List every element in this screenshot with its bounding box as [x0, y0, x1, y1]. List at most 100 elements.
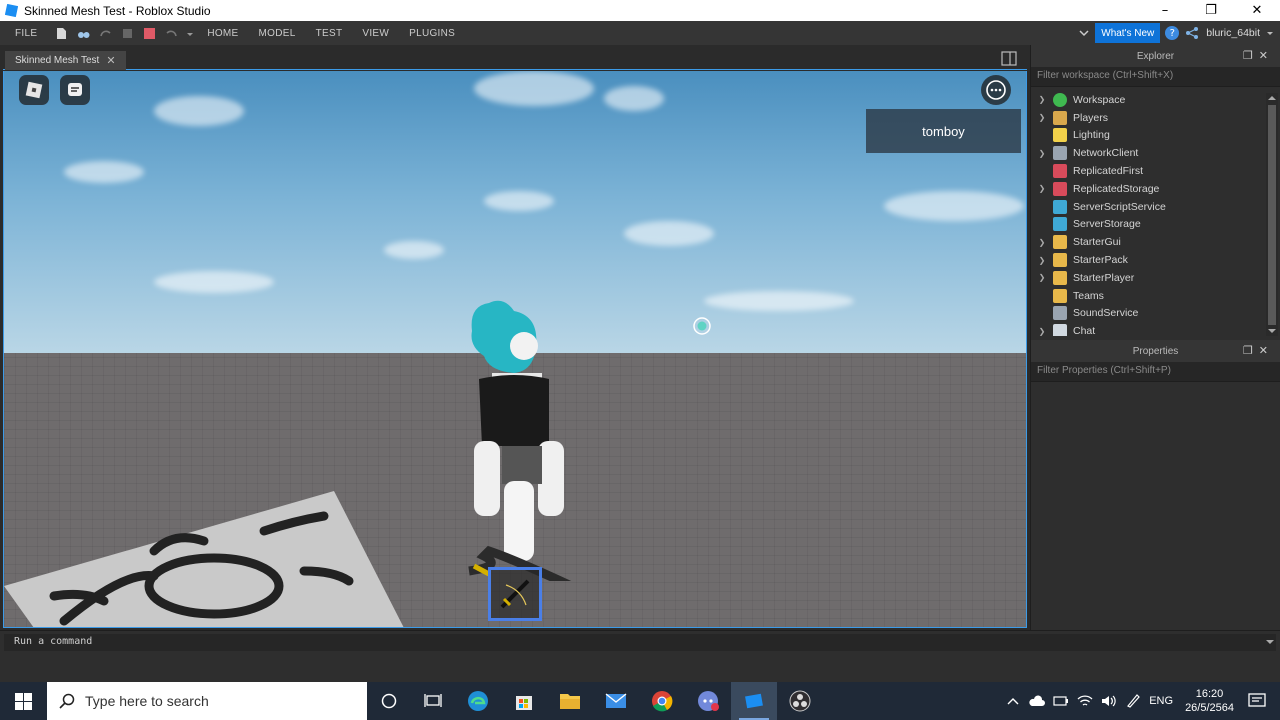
expand-chevron-icon[interactable]: ❯	[1031, 184, 1053, 193]
expand-chevron-icon[interactable]: ❯	[1031, 273, 1053, 282]
game-viewport[interactable]: tomboy	[3, 71, 1027, 628]
whats-new-button[interactable]: What's New	[1095, 23, 1161, 43]
explorer-scrollbar[interactable]	[1266, 93, 1278, 336]
more-options-button[interactable]	[981, 75, 1011, 105]
close-window-button[interactable]: ✕	[1234, 0, 1280, 21]
close-tab-icon[interactable]: ✕	[106, 54, 115, 67]
properties-header: Properties ❐✕	[1031, 340, 1280, 362]
scroll-down-icon[interactable]	[1268, 327, 1276, 335]
minimize-button[interactable]: –	[1142, 0, 1188, 21]
task-view-button[interactable]	[411, 682, 455, 720]
menu-home[interactable]: HOME	[207, 28, 238, 39]
chat-toggle-button[interactable]	[60, 75, 90, 105]
roblox-logo-icon	[25, 81, 43, 99]
taskbar-discord[interactable]	[685, 682, 731, 720]
explorer-item-players[interactable]: ❯ Players	[1031, 109, 1267, 127]
explorer-item-starterpack[interactable]: ❯ StarterPack	[1031, 251, 1267, 269]
menu-view[interactable]: VIEW	[362, 28, 389, 39]
dock-layout-icon[interactable]	[1001, 51, 1017, 66]
explorer-item-networkclient[interactable]: ❯ NetworkClient	[1031, 144, 1267, 162]
expand-chevron-icon[interactable]: ❯	[1031, 238, 1053, 247]
starter-gui-icon	[1053, 235, 1067, 250]
explorer-item-label: ServerStorage	[1073, 218, 1141, 231]
new-file-icon[interactable]	[55, 27, 68, 40]
explorer-item-teams[interactable]: Teams	[1031, 287, 1267, 305]
expand-chevron-icon[interactable]: ❯	[1031, 113, 1053, 122]
taskbar-roblox-studio[interactable]	[731, 682, 777, 720]
explorer-item-serverstorage[interactable]: ServerStorage	[1031, 216, 1267, 234]
explorer-item-startergui[interactable]: ❯ StarterGui	[1031, 233, 1267, 251]
notifications-icon[interactable]	[1248, 693, 1266, 709]
undo-icon[interactable]	[165, 27, 178, 40]
properties-panel-controls[interactable]: ❐✕	[1243, 344, 1274, 357]
hotbar-slot-sword[interactable]	[488, 567, 542, 621]
taskbar-file-explorer[interactable]	[547, 682, 593, 720]
command-bar: Run a command	[0, 630, 1280, 682]
restore-button[interactable]: ❐	[1188, 0, 1234, 21]
explorer-panel-controls[interactable]: ❐✕	[1243, 49, 1274, 62]
menu-file[interactable]: FILE	[15, 28, 37, 39]
start-button[interactable]	[0, 682, 47, 720]
expand-chevron-icon[interactable]: ❯	[1031, 327, 1053, 336]
taskbar-store[interactable]	[501, 682, 547, 720]
explorer-item-label: StarterPack	[1073, 254, 1128, 267]
explorer-item-label: StarterGui	[1073, 236, 1121, 249]
stop-icon[interactable]	[143, 27, 156, 40]
document-tab[interactable]: Skinned Mesh Test ✕	[5, 51, 126, 70]
player-list-entry[interactable]: tomboy	[866, 109, 1021, 153]
explorer-filter-input[interactable]: Filter workspace (Ctrl+Shift+X)	[1031, 67, 1280, 87]
publish-icon[interactable]	[121, 27, 134, 40]
explorer-header: Explorer ❐✕	[1031, 45, 1280, 67]
tray-overflow-chevron-icon[interactable]	[1007, 696, 1019, 706]
properties-title: Properties	[1132, 345, 1179, 357]
help-icon[interactable]: ?	[1165, 26, 1180, 40]
taskbar-clock[interactable]: 16:20 26/5/2564	[1185, 687, 1234, 715]
taskbar-edge[interactable]	[455, 682, 501, 720]
explorer-item-label: ReplicatedStorage	[1073, 182, 1160, 195]
cortana-button[interactable]	[367, 682, 411, 720]
user-menu-chevron-icon[interactable]	[1266, 29, 1274, 37]
expand-chevron-icon[interactable]: ❯	[1031, 95, 1053, 104]
expand-chevron-icon[interactable]: ❯	[1031, 149, 1053, 158]
pen-ink-icon[interactable]	[1125, 693, 1141, 709]
input-language[interactable]: ENG	[1149, 695, 1173, 707]
command-input[interactable]: Run a command	[4, 634, 1276, 651]
username-label[interactable]: bluric_64bit	[1206, 27, 1260, 39]
volume-icon[interactable]	[1101, 694, 1117, 708]
explorer-item-lighting[interactable]: Lighting	[1031, 127, 1267, 145]
chevron-down-icon[interactable]	[1079, 28, 1089, 38]
wifi-icon[interactable]	[1077, 694, 1093, 708]
roblox-menu-button[interactable]	[19, 75, 49, 105]
taskbar-mail[interactable]	[593, 682, 639, 720]
menu-test[interactable]: TEST	[316, 28, 343, 39]
command-dropdown-icon[interactable]	[1266, 639, 1274, 645]
menu-model[interactable]: MODEL	[259, 28, 296, 39]
explorer-item-replicatedstorage[interactable]: ❯ ReplicatedStorage	[1031, 180, 1267, 198]
explorer-scroll-thumb[interactable]	[1268, 105, 1276, 325]
properties-filter-input[interactable]: Filter Properties (Ctrl+Shift+P)	[1031, 362, 1280, 382]
open-file-icon[interactable]	[77, 27, 90, 40]
onedrive-cloud-icon[interactable]	[1029, 695, 1046, 707]
explorer-item-serverscriptservice[interactable]: ServerScriptService	[1031, 198, 1267, 216]
battery-icon[interactable]	[1053, 695, 1069, 707]
scroll-up-icon[interactable]	[1268, 94, 1276, 102]
explorer-item-starterplayer[interactable]: ❯ StarterPlayer	[1031, 269, 1267, 287]
explorer-item-label: Players	[1073, 111, 1109, 124]
expand-chevron-icon[interactable]: ❯	[1031, 256, 1053, 265]
store-bag-icon	[516, 696, 532, 710]
undo-dropdown-icon[interactable]	[187, 27, 194, 40]
explorer-item-replicatedfirst[interactable]: ReplicatedFirst	[1031, 162, 1267, 180]
explorer-item-label: Workspace	[1073, 93, 1126, 106]
redo-icon[interactable]	[99, 27, 112, 40]
menu-plugins[interactable]: PLUGINS	[409, 28, 455, 39]
taskbar-obs[interactable]	[777, 682, 823, 720]
workspace-globe-icon	[1053, 92, 1067, 107]
explorer-item-chat[interactable]: ❯ Chat	[1031, 322, 1267, 336]
explorer-item-label: ReplicatedFirst	[1073, 165, 1144, 178]
taskbar-search-box[interactable]: Type here to search	[47, 682, 367, 720]
explorer-item-workspace[interactable]: ❯ Workspace	[1031, 91, 1267, 109]
chat-icon	[1053, 324, 1067, 336]
taskbar-chrome[interactable]	[639, 682, 685, 720]
share-icon[interactable]	[1185, 26, 1199, 40]
explorer-item-soundservice[interactable]: SoundService	[1031, 305, 1267, 323]
